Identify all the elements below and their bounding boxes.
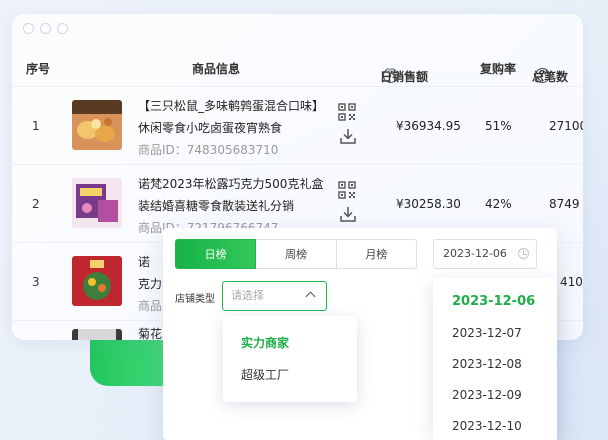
store-option[interactable]: 实力商家: [241, 334, 289, 351]
header-index: 序号: [26, 62, 51, 76]
tab-weekly[interactable]: 周榜: [256, 239, 337, 269]
repurchase-rate-value: 51%: [485, 119, 512, 133]
total-orders-value: 27100: [549, 119, 583, 133]
total-orders-value: 4109: [560, 275, 583, 289]
product-image[interactable]: [72, 329, 122, 340]
header-repurchase: 复购率: [480, 62, 517, 76]
date-option[interactable]: 2023-12-10: [452, 419, 522, 433]
product-id: 商品ID：748305683710: [138, 143, 279, 157]
window-close-dot[interactable]: [23, 23, 34, 34]
product-title-line1[interactable]: 诺梵2023年松露巧克力500克礼盒: [138, 173, 338, 195]
qr-code-icon[interactable]: [338, 103, 356, 121]
daily-sales-value: ¥36934.95: [396, 119, 461, 133]
store-type-dropdown: 实力商家 超级工厂: [223, 316, 357, 402]
date-option[interactable]: 2023-12-06: [452, 294, 535, 309]
product-title-line2[interactable]: 装结婚喜糖零食散装送礼分销: [138, 195, 338, 217]
row-index: 1: [32, 119, 40, 133]
product-image[interactable]: [72, 100, 122, 150]
store-type-select[interactable]: 请选择: [222, 281, 327, 311]
tab-monthly[interactable]: 月榜: [336, 239, 417, 269]
product-image[interactable]: [72, 256, 122, 306]
repurchase-rate-value: 42%: [485, 197, 512, 211]
table-row[interactable]: 1 【三只松鼠_多味鹌鹑蛋混合口味】 休闲零食小吃卤蛋夜宵熟食 商品ID：748…: [12, 86, 583, 164]
product-title-line2[interactable]: 休闲零食小吃卤蛋夜宵熟食: [138, 117, 338, 139]
window-minimize-dot[interactable]: [40, 23, 51, 34]
row-index: 3: [32, 275, 40, 289]
qr-code-icon[interactable]: [338, 181, 356, 199]
help-icon[interactable]: ?: [535, 68, 550, 83]
window-maximize-dot[interactable]: [57, 23, 68, 34]
date-option[interactable]: 2023-12-08: [452, 357, 522, 371]
product-image[interactable]: [72, 178, 122, 228]
header-product: 商品信息: [192, 62, 241, 76]
store-option[interactable]: 超级工厂: [241, 366, 289, 383]
product-title-line1[interactable]: 【三只松鼠_多味鹌鹑蛋混合口味】: [138, 95, 338, 117]
window-titlebar: [12, 14, 583, 44]
product-info: 【三只松鼠_多味鹌鹑蛋混合口味】 休闲零食小吃卤蛋夜宵熟食 商品ID：74830…: [138, 95, 338, 161]
sort-caret-icon[interactable]: [386, 68, 394, 73]
store-type-placeholder: 请选择: [231, 289, 264, 302]
date-option[interactable]: 2023-12-07: [452, 326, 522, 340]
download-icon[interactable]: [339, 205, 357, 223]
row-index: 2: [32, 197, 40, 211]
period-tabs: 日榜 周榜 月榜: [175, 239, 417, 269]
total-orders-value: 8749: [549, 197, 580, 211]
tab-daily[interactable]: 日榜: [175, 239, 257, 269]
date-picker-value: 2023-12-06: [443, 247, 507, 260]
chevron-up-icon: [305, 291, 316, 302]
date-option[interactable]: 2023-12-09: [452, 388, 522, 402]
date-picker-input[interactable]: 2023-12-06: [433, 239, 537, 269]
table-header: 序号 商品信息 日销售额? 复购率 总笔数?: [12, 52, 583, 84]
daily-sales-value: ¥30258.30: [396, 197, 461, 211]
clock-icon: [518, 248, 529, 259]
store-type-label: 店铺类型: [175, 294, 215, 305]
download-icon[interactable]: [339, 127, 357, 145]
date-dropdown: 2023-12-06 2023-12-07 2023-12-08 2023-12…: [433, 278, 557, 440]
